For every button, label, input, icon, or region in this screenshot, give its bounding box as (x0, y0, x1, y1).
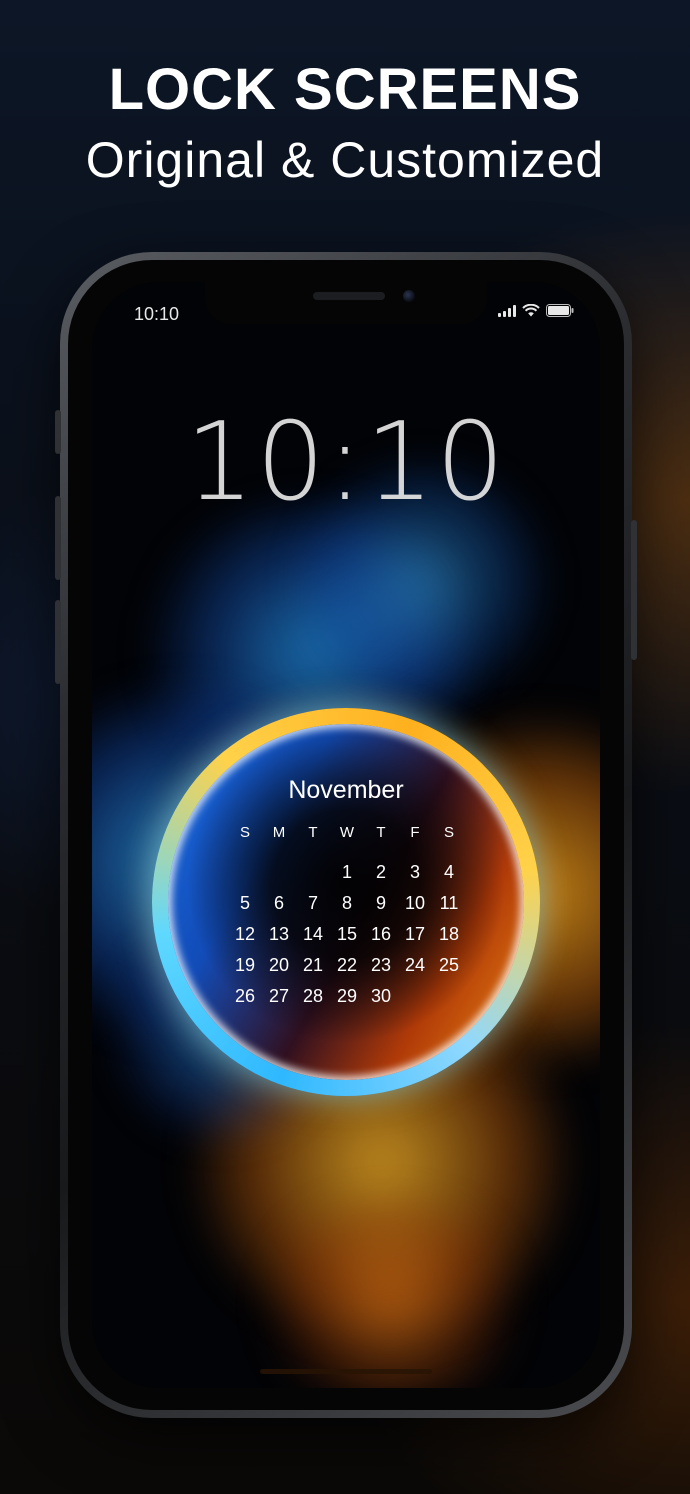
calendar-day: 28 (302, 986, 324, 1006)
phone-mockup: 10:10 10:10 November S M T W T F S 1 2 3… (55, 252, 637, 1418)
notch (205, 282, 487, 324)
calendar-day: 9 (375, 893, 386, 913)
lock-screen: 10:10 10:10 November S M T W T F S 1 2 3… (92, 282, 600, 1388)
silent-switch (55, 410, 61, 454)
calendar-day: 12 (234, 924, 256, 944)
wifi-icon (522, 304, 540, 317)
weekday-label: M (272, 824, 286, 841)
front-camera (403, 290, 415, 302)
calendar-day: 17 (404, 924, 426, 944)
power-button (631, 520, 637, 660)
lock-screen-clock: 10:10 (185, 400, 507, 525)
calendar-day: 16 (370, 924, 392, 944)
calendar-day: 30 (370, 986, 392, 1006)
calendar-day: 27 (268, 986, 290, 1006)
calendar-day: 18 (438, 924, 460, 944)
weekday-label: S (239, 824, 250, 841)
battery-icon (546, 304, 574, 317)
calendar-day: 1 (341, 862, 352, 882)
weekday-label: T (376, 824, 386, 841)
calendar-day: 23 (370, 955, 392, 975)
calendar-day (262, 861, 296, 883)
status-bar-time: 10:10 (134, 304, 180, 324)
calendar-day (228, 861, 262, 883)
calendar-day: 6 (273, 893, 284, 913)
calendar-day: 10 (404, 893, 426, 913)
calendar-day (398, 985, 432, 1007)
calendar-day: 7 (307, 893, 318, 913)
calendar-day (296, 861, 330, 883)
calendar-grid: S M T W T F S 1 2 3 4 5 6 7 8 9 10 11 12… (228, 822, 466, 1007)
hero-header: LOCK SCREENS Original & Customized (0, 52, 690, 192)
calendar-day: 21 (302, 955, 324, 975)
calendar-day: 3 (409, 862, 420, 882)
calendar-day: 26 (234, 986, 256, 1006)
calendar-day: 22 (336, 955, 358, 975)
calendar-day: 5 (239, 893, 250, 913)
headline: LOCK SCREENS (108, 57, 582, 122)
subheadline: Original & Customized (85, 132, 605, 188)
volume-up-button (55, 496, 61, 580)
calendar-day: 25 (438, 955, 460, 975)
calendar-day: 2 (375, 862, 386, 882)
weekday-label: W (339, 824, 355, 841)
calendar-day: 11 (439, 893, 459, 913)
calendar-widget: November S M T W T F S 1 2 3 4 5 6 7 8 9… (152, 708, 540, 1096)
calendar-day: 15 (336, 924, 358, 944)
speaker-grille (313, 292, 385, 300)
signal-icon (498, 305, 516, 317)
calendar-day: 29 (336, 986, 358, 1006)
calendar-day: 13 (268, 924, 290, 944)
calendar-day: 19 (234, 955, 256, 975)
calendar-month: November (288, 776, 404, 804)
volume-down-button (55, 600, 61, 684)
weekday-label: F (410, 824, 420, 841)
calendar-day: 24 (404, 955, 426, 975)
calendar-day: 4 (443, 862, 454, 882)
calendar-disc: November S M T W T F S 1 2 3 4 5 6 7 8 9… (168, 724, 524, 1080)
weekday-label: S (443, 824, 454, 841)
calendar-day: 8 (341, 893, 352, 913)
weekday-label: T (308, 824, 318, 841)
calendar-day: 20 (268, 955, 290, 975)
calendar-day: 14 (302, 924, 324, 944)
status-bar-icons (498, 304, 574, 317)
calendar-day (432, 985, 466, 1007)
home-indicator[interactable] (260, 1369, 432, 1374)
